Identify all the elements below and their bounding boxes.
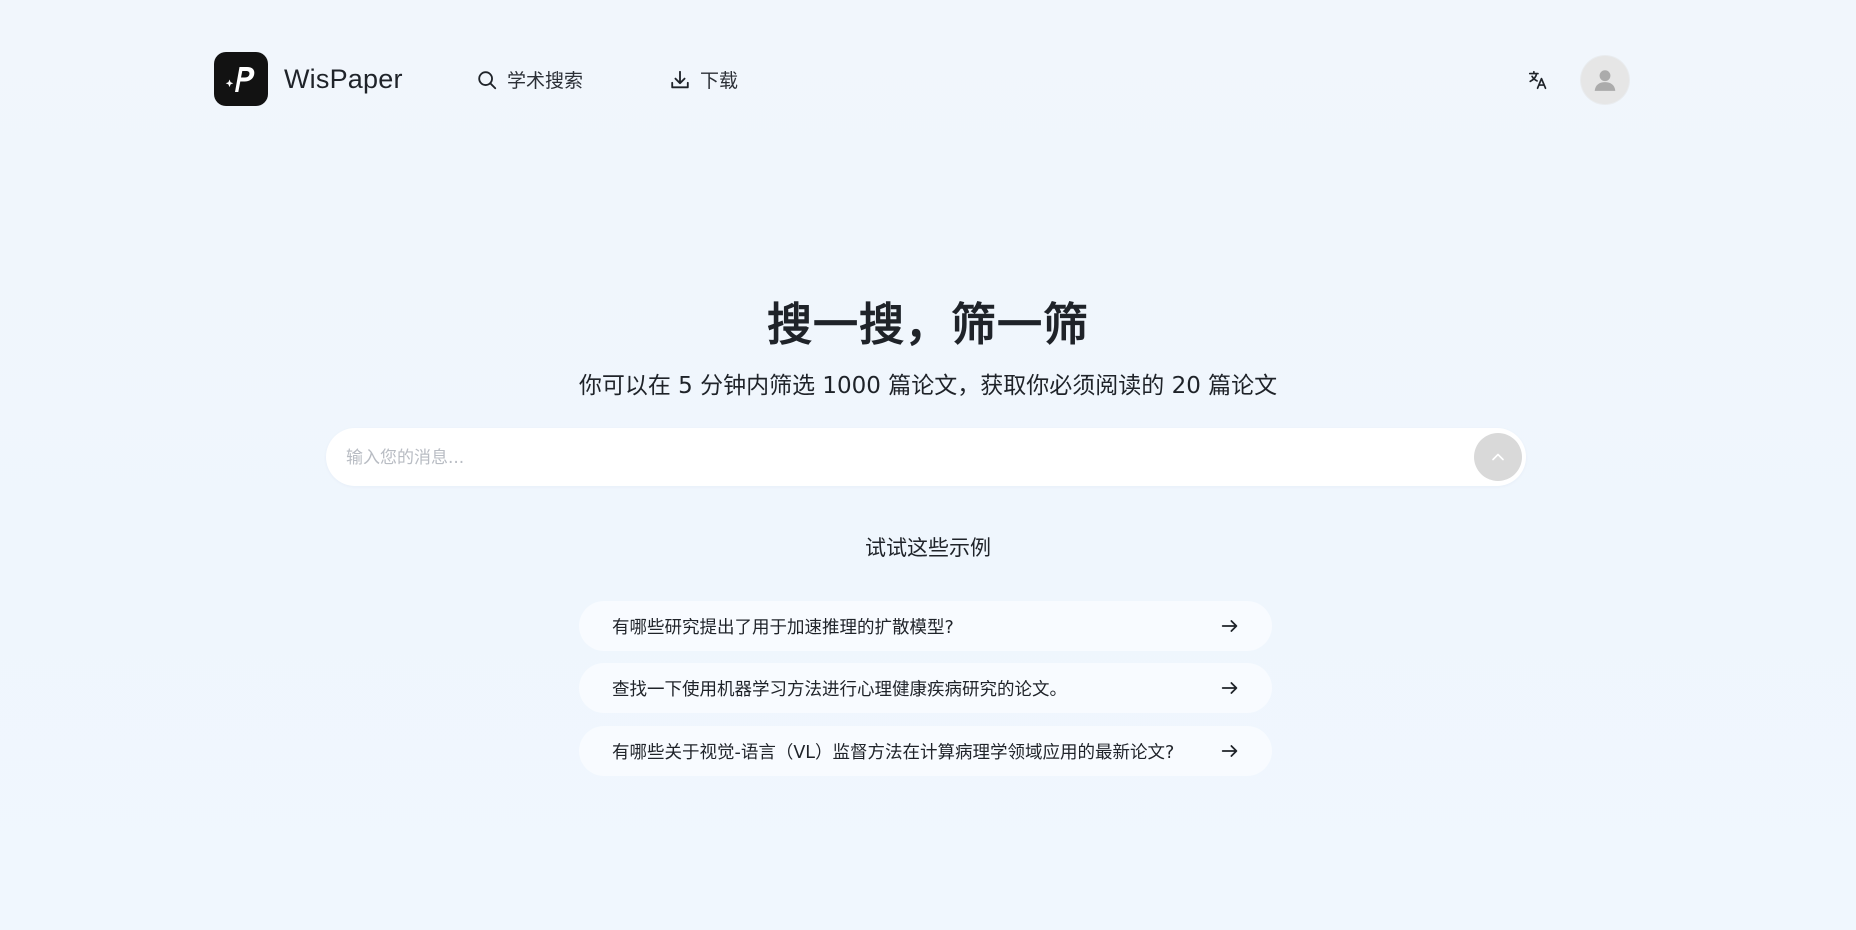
user-avatar[interactable] [1581,56,1629,104]
example-prompt-1[interactable]: 有哪些研究提出了用于加速推理的扩散模型? [579,601,1272,651]
hero-title: 搜一搜，筛一筛 [766,298,1089,351]
nav-download-label: 下载 [700,70,739,92]
arrow-right-icon [1218,676,1242,700]
brand-logo[interactable]: WisPaper [214,52,403,106]
hero-subtitle: 你可以在 5 分钟内筛选 1000 篇论文，获取你必须阅读的 20 篇论文 [578,373,1278,399]
nav-academic-search-label: 学术搜索 [507,70,584,92]
user-icon [1594,70,1616,91]
example-prompt-label: 有哪些关于视觉-语言（VL）监督方法在计算病理学领域应用的最新论文? [612,742,1175,763]
brand-name: WisPaper [284,63,403,94]
example-prompt-3[interactable]: 有哪些关于视觉-语言（VL）监督方法在计算病理学领域应用的最新论文? [579,726,1272,776]
translate-icon [1528,70,1547,90]
top-header: WisPaper 学术搜索 下载 [214,52,1630,108]
wispaper-p-logo-icon [214,52,268,106]
language-toggle-button[interactable] [1524,66,1552,94]
example-prompt-label: 查找一下使用机器学习方法进行心理健康疾病研究的论文。 [612,679,1067,700]
nav-academic-search[interactable]: 学术搜索 [476,66,583,93]
nav-download[interactable]: 下载 [669,66,738,93]
example-prompt-label: 有哪些研究提出了用于加速推理的扩散模型? [612,617,954,638]
examples-heading: 试试这些示例 [865,536,991,560]
download-icon [671,70,689,88]
arrow-right-icon [1218,739,1242,763]
send-button[interactable] [1474,433,1522,481]
page: WisPaper 学术搜索 下载 搜一搜，筛一筛 你可以在 5 分钟内筛选 10… [0,0,1856,930]
search-icon [478,70,497,89]
chevron-up-icon [1492,453,1504,461]
example-prompt-2[interactable]: 查找一下使用机器学习方法进行心理健康疾病研究的论文。 [579,663,1272,713]
arrow-right-icon [1218,614,1242,638]
message-search-box [326,428,1526,488]
message-input[interactable] [344,428,1458,488]
